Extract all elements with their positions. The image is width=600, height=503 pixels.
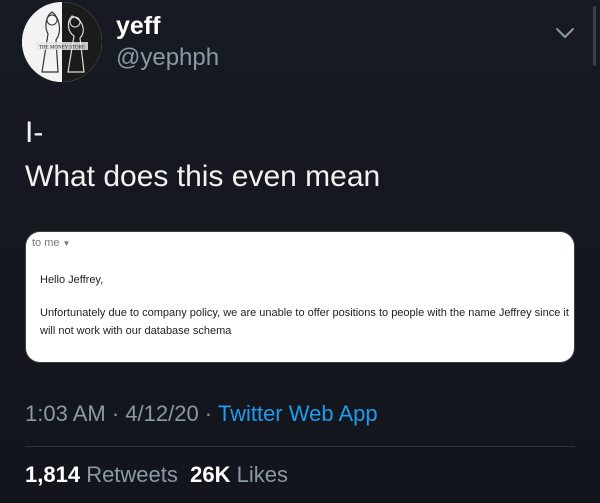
tweet-text-line2: What does this even mean [25, 160, 381, 193]
email-body-line2: will not work with our database schema [40, 325, 232, 337]
tweet-container: THE MONEY STORE yeff @yephph I- What doe… [0, 0, 600, 503]
tweet-date[interactable]: 4/12/20 [125, 401, 198, 426]
retweets-label: Retweets [86, 462, 178, 487]
attached-email-image[interactable]: to me ▼ Hello Jeffrey, Unfortunately due … [26, 232, 574, 362]
avatar-image: THE MONEY STORE [22, 2, 102, 82]
author-handle[interactable]: @yephph [116, 44, 219, 72]
divider [25, 446, 575, 447]
email-recipient-label: to me [32, 237, 60, 249]
tweet-stats: 1,814 Retweets 26K Likes [25, 462, 288, 488]
likes-label: Likes [236, 462, 288, 487]
retweets-stat[interactable]: 1,814 Retweets [25, 462, 178, 487]
tweet-time[interactable]: 1:03 AM [25, 401, 106, 426]
caret-down-icon: ▼ [62, 238, 71, 248]
tweet-meta: 1:03 AM · 4/12/20 · Twitter Web App [25, 401, 378, 427]
avatar[interactable]: THE MONEY STORE [22, 2, 102, 82]
likes-count: 26K [190, 462, 231, 487]
meta-separator: · [105, 401, 126, 426]
author-name[interactable]: yeff [116, 12, 160, 40]
avatar-caption: THE MONEY STORE [39, 46, 85, 51]
likes-stat[interactable]: 26K Likes [190, 462, 288, 487]
tweet-text-line1: I- [25, 116, 44, 149]
tweet-source-link[interactable]: Twitter Web App [218, 401, 378, 426]
chevron-down-icon[interactable] [554, 22, 576, 44]
email-greeting: Hello Jeffrey, [40, 274, 104, 286]
email-body-line1: Unfortunately due to company policy, we … [40, 307, 569, 319]
scrollbar[interactable] [593, 6, 596, 66]
retweets-count: 1,814 [25, 462, 81, 487]
email-recipient: to me ▼ [32, 237, 70, 249]
meta-separator: · [198, 401, 218, 426]
